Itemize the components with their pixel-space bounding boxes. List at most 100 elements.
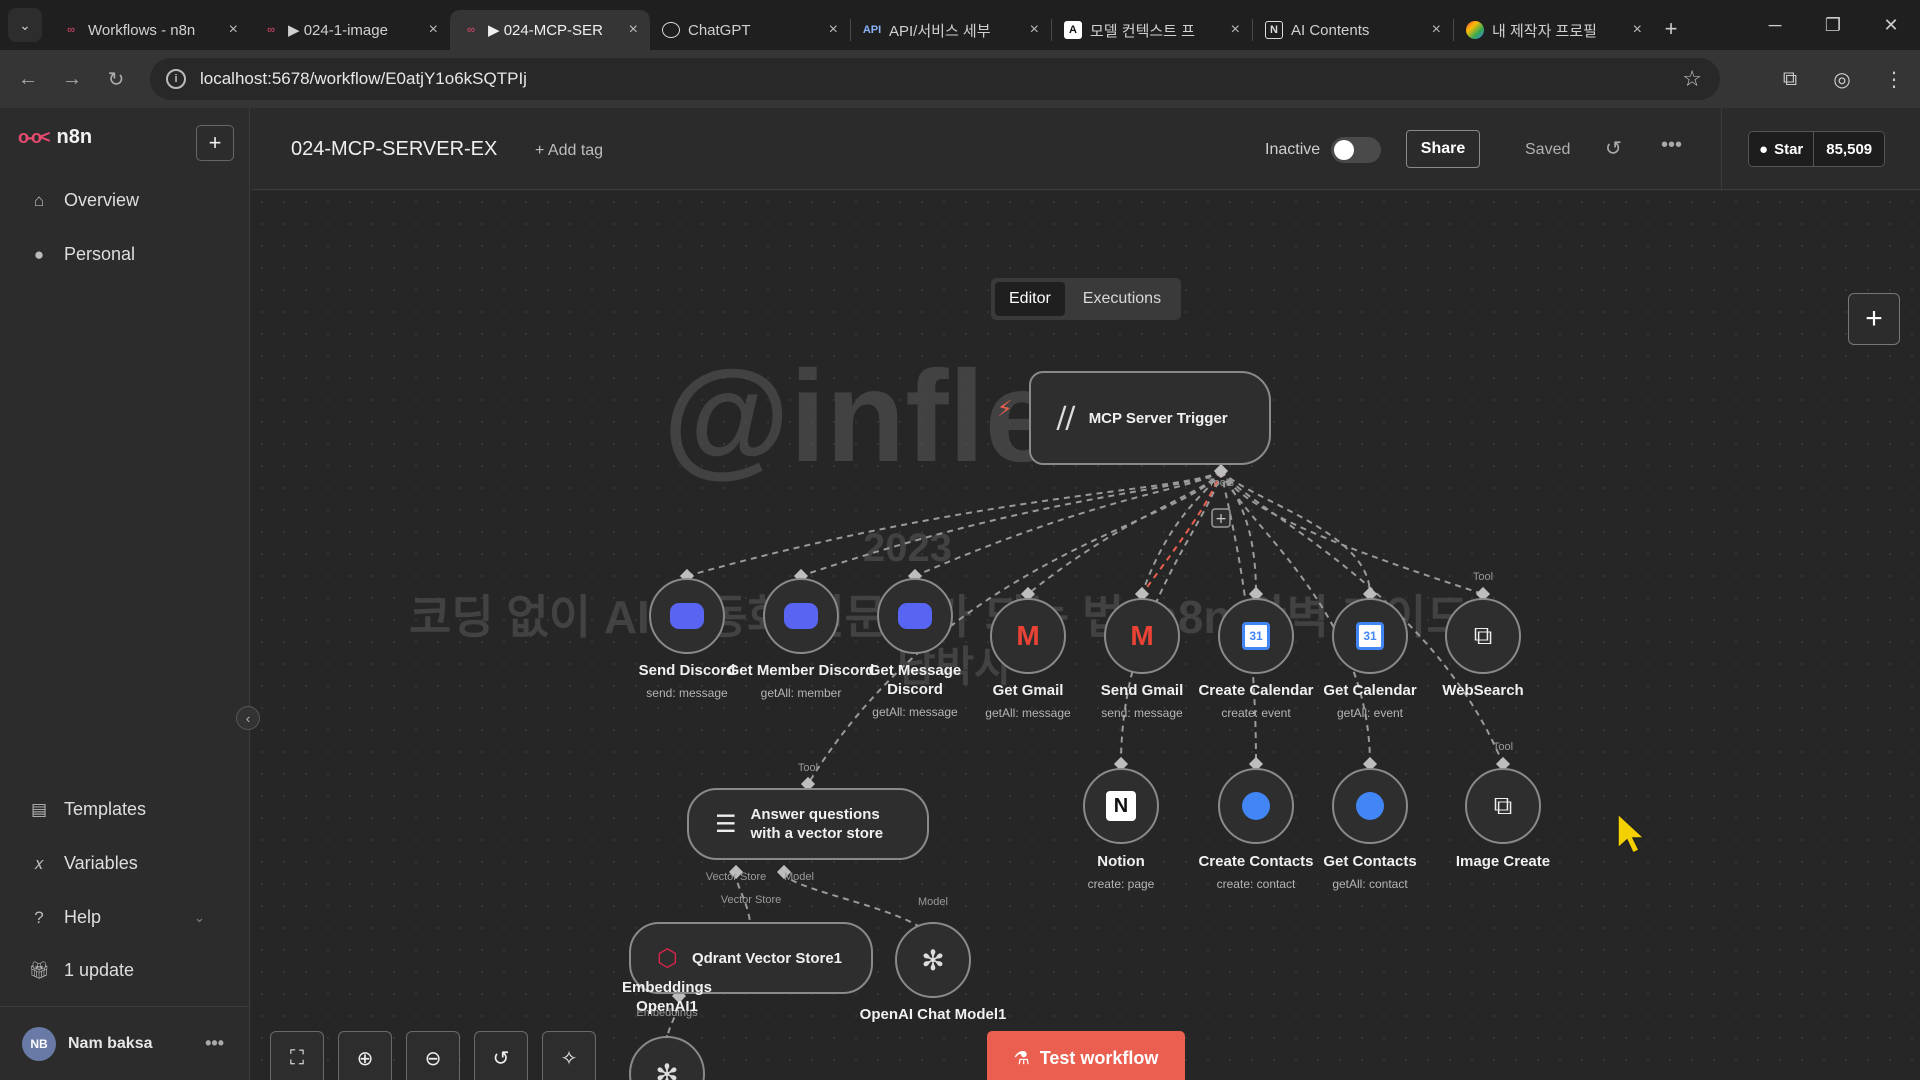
tab-editor[interactable]: Editor [995,282,1065,316]
github-star-button[interactable]: ● Star 85,509 [1748,131,1886,167]
node-label: WebSearch [1442,682,1524,699]
browser-tab[interactable]: ChatGPT × [650,10,850,50]
google-calendar-icon: 31 [1356,622,1384,650]
reset-zoom-icon[interactable]: ↺ [474,1031,528,1080]
user-menu[interactable]: NB Nam baksa ••• [0,1006,250,1080]
url-text: localhost:5678/workflow/E0atjY1o6kSQTPIj [200,69,527,88]
browser-tab[interactable]: 내 제작자 프로필 × [1454,10,1654,50]
node-subtitle: create: event [1221,706,1291,720]
tab-title: ▶ 024-MCP-SER [488,22,603,39]
close-icon[interactable]: × [1432,21,1441,39]
close-icon[interactable]: × [1633,21,1642,39]
node-websearch[interactable]: ⧉ [1445,598,1521,674]
site-info-icon[interactable]: i [166,69,186,89]
browser-tab-active[interactable]: ∞ ▶ 024-MCP-SER × [450,10,650,50]
workflow-name[interactable]: 024-MCP-SERVER-EX [291,138,497,161]
add-tag-button[interactable]: + Add tag [535,142,603,160]
reload-icon[interactable]: ↻ [94,57,138,101]
forward-icon[interactable]: → [50,57,94,101]
collapse-sidebar-button[interactable]: ‹ [236,706,260,730]
node-get-gmail[interactable]: M [990,598,1066,674]
more-icon[interactable]: ••• [205,1033,224,1054]
new-tab-button[interactable]: + [1654,12,1688,46]
sidebar-item-label: Help [64,907,102,927]
node-get-member-discord[interactable] [763,578,839,654]
workflow-canvas[interactable]: @inflearn 2023 코딩 없이 AI 자동화 전문가가 되는 법, n… [251,191,1920,1080]
node-image-create[interactable]: ⧉ [1465,768,1541,844]
sidebar-item-help[interactable]: ? Help ⌄ [28,907,205,928]
sidebar-item-updates[interactable]: 🎁︎ 1 update [28,960,134,981]
node-get-calendar[interactable]: 31 [1332,598,1408,674]
active-toggle[interactable] [1331,137,1381,163]
create-button[interactable]: + [196,125,234,161]
url-field[interactable]: i localhost:5678/workflow/E0atjY1o6kSQTP… [150,58,1720,100]
mouse-cursor [1617,812,1646,855]
tab-executions[interactable]: Executions [1069,282,1175,316]
close-icon[interactable]: × [429,21,438,39]
templates-icon: ▤ [30,799,48,819]
zoom-out-icon[interactable]: ⊖ [406,1031,460,1080]
node-answer-vector-store[interactable]: ☰ Answer questions with a vector store [687,788,929,860]
sidebar-item-templates[interactable]: ▤ Templates [28,799,146,820]
extensions-icon[interactable]: ⧉ [1764,68,1816,91]
node-create-contacts[interactable] [1218,768,1294,844]
browser-tab[interactable]: A 모델 컨텍스트 프 × [1052,10,1252,50]
minimize-icon[interactable]: ─ [1746,15,1804,36]
discord-icon [784,603,818,629]
gift-icon: 🎁︎ [28,960,50,980]
test-workflow-button[interactable]: ⚗ Test workflow [987,1031,1185,1080]
close-icon[interactable]: × [829,21,838,39]
node-send-gmail[interactable]: M [1104,598,1180,674]
add-node-button[interactable]: + [1848,293,1900,345]
zoom-in-icon[interactable]: ⊕ [338,1031,392,1080]
more-options-icon[interactable]: ••• [1661,134,1682,157]
node-create-calendar[interactable]: 31 [1218,598,1294,674]
node-send-discord[interactable] [649,578,725,654]
close-icon[interactable]: × [629,21,638,39]
api-icon: API [862,24,882,36]
divider [1721,108,1722,190]
openai-icon: ✻ [921,944,945,976]
sidebar-item-personal[interactable]: ● Personal [28,244,135,265]
history-icon[interactable]: ↺ [1605,136,1622,161]
sidebar-item-variables[interactable]: 𝑥 Variables [28,853,137,874]
http-request-icon: ⧉ [1493,790,1513,820]
qdrant-icon: ⬡ [657,944,678,972]
editor-executions-switch: Editor Executions [991,278,1181,320]
n8n-icon: ∞ [67,24,75,36]
node-label: Image Create [1455,853,1551,870]
tidy-up-icon[interactable]: ✧ [542,1031,596,1080]
share-button[interactable]: Share [1406,130,1480,168]
close-icon[interactable]: × [229,21,238,39]
tab-search-button[interactable]: ⌄ [8,8,42,42]
node-get-message-discord[interactable] [877,578,953,654]
canvas-controls: ⛶ ⊕ ⊖ ↺ ✧ [270,1031,596,1080]
browser-tab[interactable]: API API/서비스 세부 × [851,10,1051,50]
bookmark-star-icon[interactable]: ☆ [1682,66,1702,92]
close-icon[interactable]: × [1231,21,1240,39]
browser-tab[interactable]: ∞ ▶ 024-1-image × [250,10,450,50]
node-mcp-server-trigger[interactable]: ⧸⧸ MCP Server Trigger [1029,371,1271,465]
profile-circle-icon[interactable]: ◎ [1816,67,1868,92]
close-window-icon[interactable]: ✕ [1862,15,1920,36]
restore-icon[interactable]: ❐ [1804,15,1862,36]
sidebar-item-overview[interactable]: ⌂ Overview [28,190,139,211]
tab-title: AI Contents [1291,21,1370,39]
fit-view-icon[interactable]: ⛶ [270,1031,324,1080]
node-notion[interactable]: N [1083,768,1159,844]
browser-tab[interactable]: ∞ Workflows - n8n × [50,10,250,50]
browser-tab-bar: ⌄ ∞ Workflows - n8n × ∞ ▶ 024-1-image × … [0,0,1920,50]
node-label: Get Gmail [992,682,1064,699]
close-icon[interactable]: × [1030,21,1039,39]
connection-send-discord [686,470,1222,577]
notion-icon: N [1106,791,1136,821]
n8n-logo[interactable]: o-o< n8n [18,126,92,149]
node-label-group: Answer questions with a vector store [751,805,884,843]
browser-menu-icon[interactable]: ⋮ [1868,67,1920,92]
user-icon: ● [33,244,45,264]
discord-icon [670,603,704,629]
back-icon[interactable]: ← [6,57,50,101]
node-openai-chat-model[interactable]: ✻ [895,922,971,998]
node-get-contacts[interactable] [1332,768,1408,844]
browser-tab[interactable]: N AI Contents × [1253,10,1453,50]
